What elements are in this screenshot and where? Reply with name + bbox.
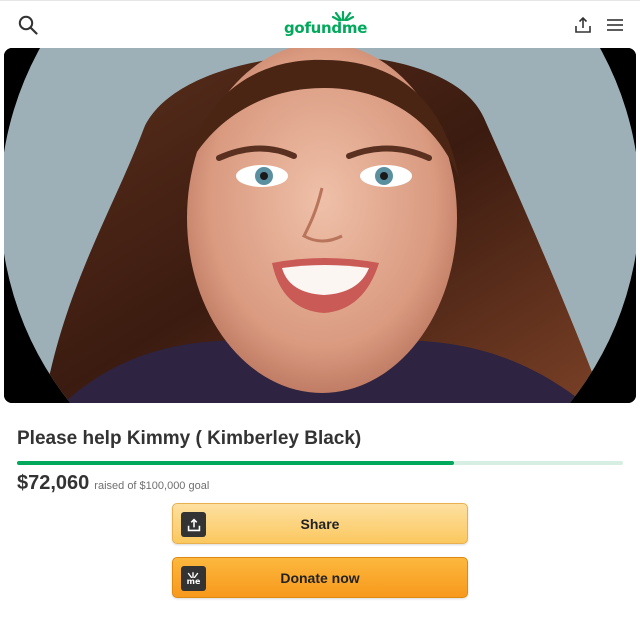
- hamburger-menu-icon: [607, 19, 623, 31]
- search-icon: [18, 15, 38, 35]
- amount-raised: $72,060: [17, 472, 90, 494]
- menu-button[interactable]: [603, 13, 627, 37]
- funding-summary: $72,060 raised of $100,000 goal: [17, 472, 209, 495]
- share-button[interactable]: Share: [172, 503, 468, 544]
- campaign-hero-image[interactable]: [4, 48, 636, 403]
- share-icon-badge: [181, 512, 206, 537]
- share-icon: [575, 16, 591, 33]
- donate-button[interactable]: me Donate now: [172, 557, 468, 598]
- donation-progress-bar: [17, 461, 623, 465]
- logo-sprout-icon: [332, 11, 354, 21]
- search-button[interactable]: [16, 13, 40, 37]
- top-navigation-bar: gofundme: [0, 0, 640, 48]
- donate-button-label: Donate now: [280, 569, 360, 586]
- campaign-title: Please help Kimmy ( Kimberley Black): [17, 428, 362, 449]
- donation-progress-fill: [17, 461, 454, 465]
- logo-wordmark: gofundme: [284, 19, 368, 37]
- goal-text: raised of $100,000 goal: [94, 480, 210, 492]
- gofundme-logo[interactable]: gofundme: [284, 11, 368, 37]
- donate-icon-text: me: [186, 576, 201, 586]
- gofundme-icon-badge: me: [181, 566, 206, 591]
- campaign-photo-portrait: [4, 48, 636, 403]
- header-share-button[interactable]: [571, 13, 595, 37]
- share-icon: [187, 517, 200, 531]
- share-button-label: Share: [300, 515, 340, 532]
